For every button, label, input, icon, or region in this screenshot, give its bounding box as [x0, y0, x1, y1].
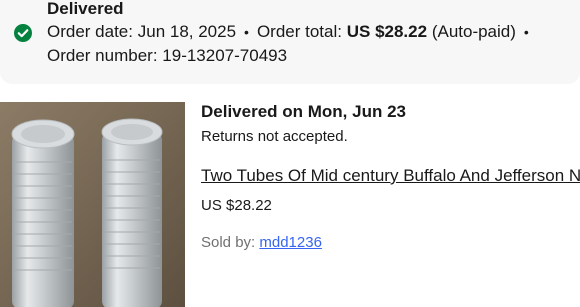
order-total: US $28.22 — [346, 22, 428, 41]
order-status: Delivered — [47, 0, 124, 18]
seller-info: Sold by: mdd1236 — [201, 233, 322, 253]
returns-note: Returns not accepted. — [201, 128, 348, 145]
sold-by-label: Sold by: — [201, 234, 256, 251]
item-price: US $28.22 — [201, 197, 272, 214]
order-number-line: Order number: 19-13207-70493 — [47, 45, 287, 67]
order-number: 19-13207-70493 — [162, 46, 288, 65]
separator-dot: • — [523, 24, 529, 40]
item-thumbnail[interactable] — [0, 102, 185, 307]
coin-tubes-image — [0, 102, 185, 307]
seller-link[interactable]: mdd1236 — [259, 234, 322, 251]
order-meta-line: Order date: Jun 18, 2025 • Order total: US… — [47, 21, 537, 43]
item-title-link[interactable]: Two Tubes Of Mid century Buffalo And Jef… — [201, 165, 580, 187]
order-total-label: Order total: — [256, 22, 342, 41]
order-number-label: Order number: — [47, 46, 158, 65]
delivery-date: Delivered on Mon, Jun 23 — [201, 102, 406, 121]
payment-note: (Auto-paid) — [431, 22, 516, 41]
order-date: Jun 18, 2025 — [137, 22, 237, 41]
check-circle-icon — [14, 24, 32, 42]
order-date-label: Order date: — [47, 22, 133, 41]
separator-dot: • — [244, 24, 249, 40]
order-summary-banner: Delivered Order date: Jun 18, 2025 • Order… — [0, 0, 580, 84]
